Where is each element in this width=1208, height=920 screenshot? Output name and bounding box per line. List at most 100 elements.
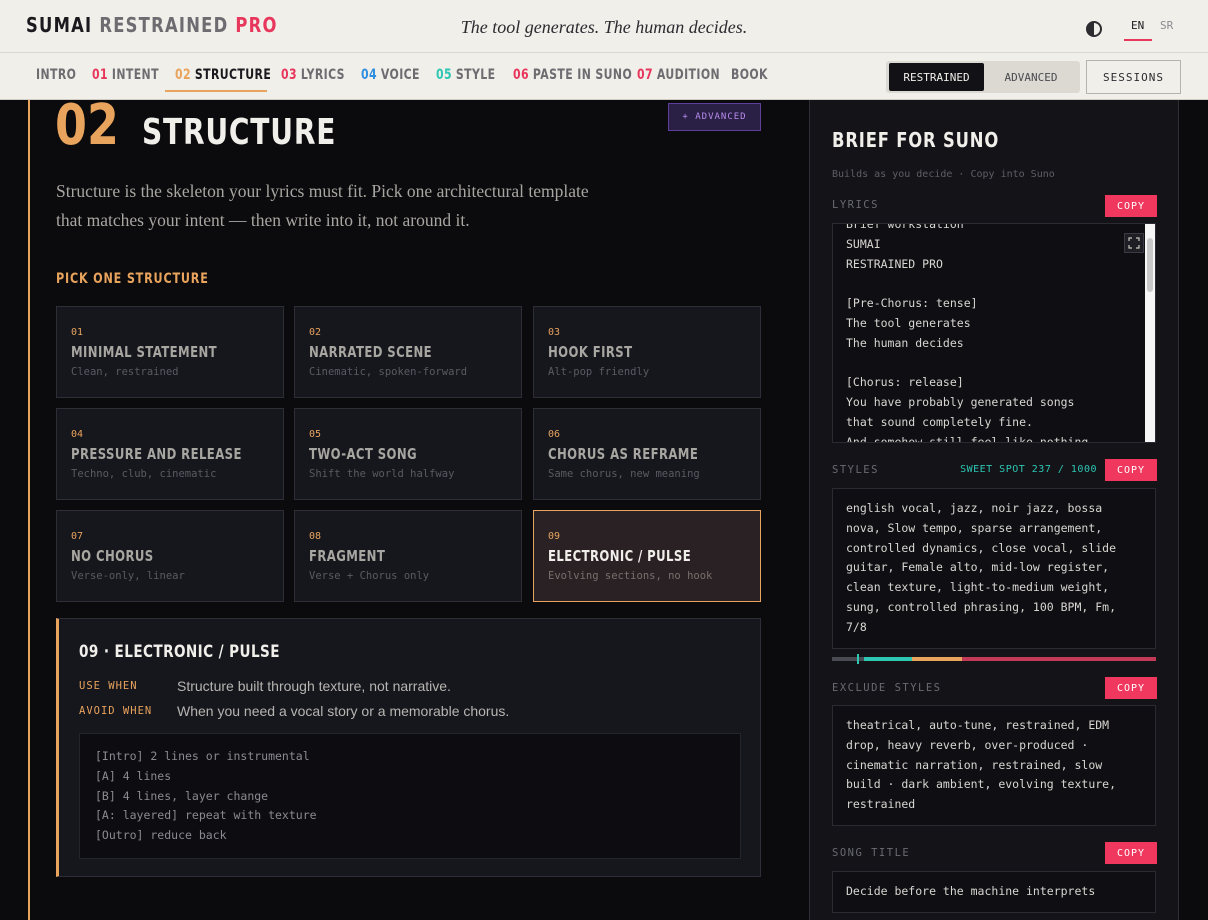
card-subtitle: Verse + Chorus only	[309, 570, 430, 582]
code-line: [B] 4 lines, layer change	[95, 788, 269, 803]
card-number: 02	[309, 327, 322, 338]
card-title: NO CHORUS	[71, 547, 154, 565]
structure-card-05[interactable]: 05 TWO-ACT SONG Shift the world halfway	[294, 408, 522, 500]
structure-card-06[interactable]: 06 CHORUS AS REFRAME Same chorus, new me…	[533, 408, 761, 500]
meter-seg-sweet	[864, 657, 912, 661]
avoid-when-text: When you need a vocal story or a memorab…	[177, 703, 510, 719]
tab-intro[interactable]: INTRO	[36, 67, 76, 83]
card-number: 09	[548, 531, 561, 542]
styles-textarea[interactable]: english vocal, jazz, noir jazz, bossa no…	[832, 488, 1156, 649]
card-title: NARRATED SCENE	[309, 343, 433, 361]
tab-audition[interactable]: 07 AUDITION	[637, 67, 720, 83]
mode-advanced-button[interactable]: ADVANCED	[984, 63, 1078, 91]
use-when-text: Structure built through texture, not nar…	[177, 678, 451, 694]
structure-card-02[interactable]: 02 NARRATED SCENE Cinematic, spoken-forw…	[294, 306, 522, 398]
card-subtitle: Cinematic, spoken-forward	[309, 366, 468, 378]
tab-label: AUDITION	[656, 67, 721, 83]
scrollbar-thumb[interactable]	[1147, 238, 1153, 292]
card-title: FRAGMENT	[309, 547, 386, 565]
tab-label: INTENT	[111, 67, 159, 83]
tab-num: 06	[513, 67, 529, 83]
card-number: 01	[71, 327, 84, 338]
mode-restrained-button[interactable]: RESTRAINED	[889, 63, 984, 91]
card-title: CHORUS AS REFRAME	[548, 445, 699, 463]
structure-card-04[interactable]: 04 PRESSURE AND RELEASE Techno, club, ci…	[56, 408, 284, 500]
tab-num: 01	[92, 67, 108, 83]
tab-num: 07	[637, 67, 653, 83]
card-subtitle: Alt-pop friendly	[548, 366, 650, 378]
lang-sr-button[interactable]: SR	[1160, 19, 1173, 32]
structure-detail: 09 · ELECTRONIC / PULSE USE WHEN Structu…	[56, 618, 761, 877]
sessions-button[interactable]: SESSIONS	[1086, 60, 1181, 94]
step-accent-line	[28, 100, 30, 920]
tab-book[interactable]: BOOK	[731, 67, 768, 83]
tab-label: BOOK	[731, 67, 768, 83]
card-subtitle: Techno, club, cinematic	[71, 468, 217, 480]
tab-num: 05	[436, 67, 452, 83]
styles-label: STYLES	[832, 464, 879, 476]
copy-lyrics-button[interactable]: COPY	[1105, 195, 1157, 217]
tab-structure[interactable]: 02 STRUCTURE	[175, 67, 271, 83]
structure-card-01[interactable]: 01 MINIMAL STATEMENT Clean, restrained	[56, 306, 284, 398]
card-title: PRESSURE AND RELEASE	[71, 445, 242, 463]
tab-voice[interactable]: 04 VOICE	[361, 67, 420, 83]
copy-title-button[interactable]: COPY	[1105, 842, 1157, 864]
card-subtitle: Same chorus, new meaning	[548, 468, 700, 480]
panel-title: BRIEF FOR SUNO	[832, 128, 1000, 152]
lyrics-scrollbar[interactable]	[1145, 224, 1155, 442]
lang-en-button[interactable]: EN	[1131, 19, 1144, 32]
card-number: 04	[71, 429, 84, 440]
tab-label: VOICE	[380, 67, 420, 83]
card-title: HOOK FIRST	[548, 343, 633, 361]
tab-num: 04	[361, 67, 377, 83]
copy-styles-button[interactable]: COPY	[1105, 459, 1157, 481]
tab-intent[interactable]: 01 INTENT	[92, 67, 159, 83]
tab-lyrics[interactable]: 03 LYRICS	[281, 67, 345, 83]
card-subtitle: Evolving sections, no hook	[548, 570, 713, 582]
copy-exclude-button[interactable]: COPY	[1105, 677, 1157, 699]
use-when-label: USE WHEN	[79, 680, 138, 692]
tab-label: LYRICS	[300, 67, 345, 83]
card-title: MINIMAL STATEMENT	[71, 343, 218, 361]
tagline: The tool generates. The human decides.	[460, 17, 748, 37]
brief-panel: BRIEF FOR SUNO Builds as you decide · Co…	[809, 100, 1179, 920]
meter-seg-over	[962, 657, 1156, 661]
song-title-text: Decide before the machine interprets	[846, 884, 1096, 898]
structure-card-09[interactable]: 09 ELECTRONIC / PULSE Evolving sections,…	[533, 510, 761, 602]
tab-label: STRUCTURE	[194, 67, 272, 83]
page-title: STRUCTURE	[142, 112, 337, 153]
tab-paste-in-suno[interactable]: 06 PASTE IN SUNO	[513, 67, 632, 83]
tab-label: INTRO	[36, 67, 77, 83]
contrast-icon[interactable]	[1086, 21, 1102, 37]
lyrics-text: Brief workstation SUMAI RESTRAINED PRO […	[846, 223, 1096, 443]
card-subtitle: Verse-only, linear	[71, 570, 185, 582]
card-number: 05	[309, 429, 322, 440]
structure-card-07[interactable]: 07 NO CHORUS Verse-only, linear	[56, 510, 284, 602]
card-subtitle: Shift the world halfway	[309, 468, 455, 480]
song-title-label: SONG TITLE	[832, 847, 911, 859]
lang-active-indicator	[1124, 39, 1152, 41]
exclude-styles-textarea[interactable]: theatrical, auto-tune, restrained, EDM d…	[832, 705, 1156, 826]
tab-label: PASTE IN SUNO	[532, 67, 633, 83]
tab-num: 02	[175, 67, 191, 83]
active-tab-indicator	[165, 90, 267, 92]
code-line: [Intro] 2 lines or instrumental	[95, 749, 310, 763]
card-number: 06	[548, 429, 561, 440]
lyrics-textarea[interactable]: Brief workstation SUMAI RESTRAINED PRO […	[832, 223, 1156, 443]
meter-marker	[857, 654, 859, 664]
structure-card-08[interactable]: 08 FRAGMENT Verse + Chorus only	[294, 510, 522, 602]
expand-icon[interactable]	[1124, 233, 1144, 253]
song-title-input[interactable]: Decide before the machine interprets	[832, 871, 1156, 913]
card-number: 07	[71, 531, 84, 542]
advanced-chip-button[interactable]: + ADVANCED	[668, 103, 761, 131]
structure-template-code: [Intro] 2 lines or instrumental [A] 4 li…	[79, 733, 741, 859]
tab-style[interactable]: 05 STYLE	[436, 67, 495, 83]
exclude-styles-text: theatrical, auto-tune, restrained, EDM d…	[846, 718, 1123, 812]
mode-toggle: RESTRAINED ADVANCED	[886, 61, 1080, 93]
code-line: [A: layered] repeat with texture	[95, 808, 317, 823]
structure-card-03[interactable]: 03 HOOK FIRST Alt-pop friendly	[533, 306, 761, 398]
card-title: TWO-ACT SONG	[309, 445, 418, 463]
app-header: SUMAI RESTRAINED PRO The tool generates.…	[0, 0, 1208, 53]
card-number: 08	[309, 531, 322, 542]
avoid-when-label: AVOID WHEN	[79, 705, 153, 717]
